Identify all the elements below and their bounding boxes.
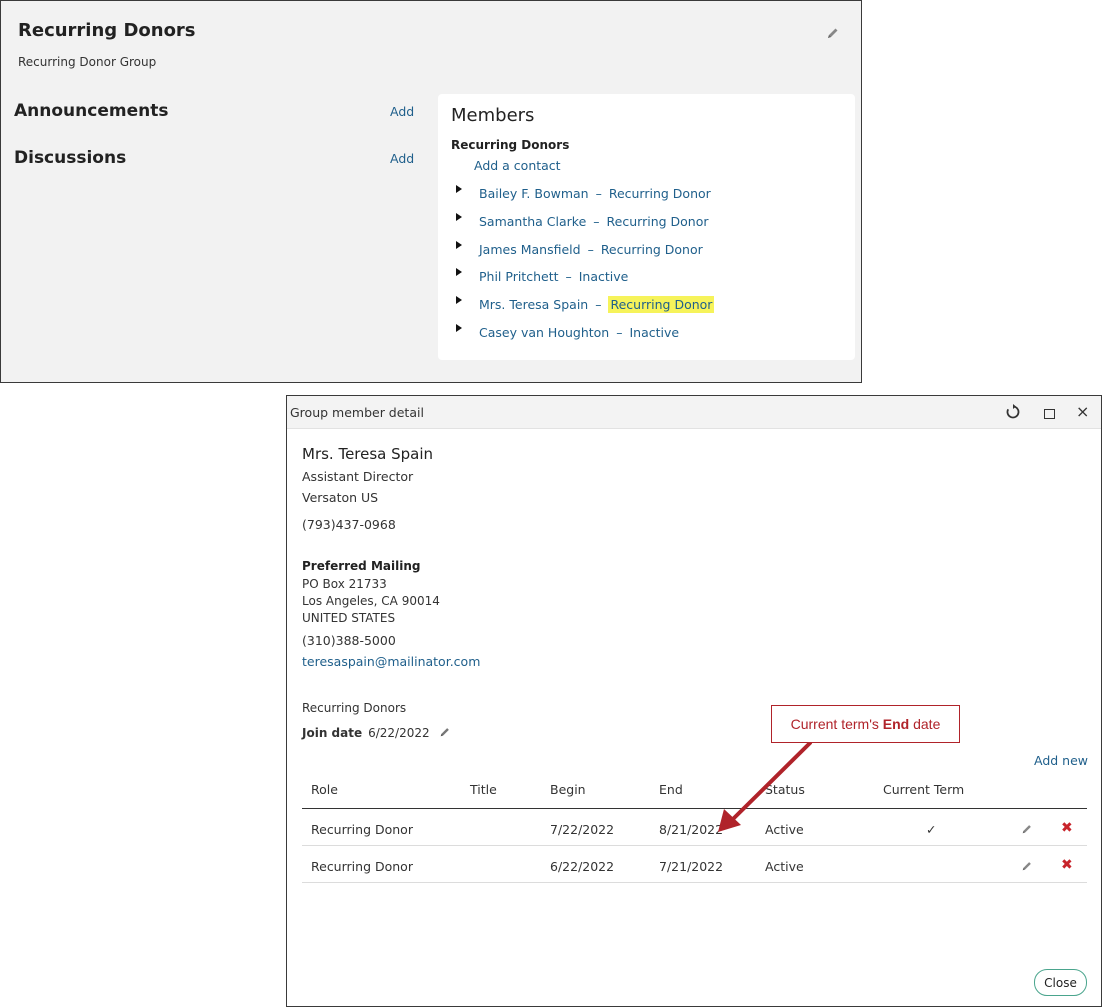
add-new-term-link[interactable]: Add new: [1034, 753, 1088, 768]
member-role: Inactive: [629, 324, 680, 340]
column-header-current-term[interactable]: Current Term: [883, 782, 964, 797]
member-separator: –: [595, 186, 602, 201]
add-contact-link[interactable]: Add a contact: [474, 158, 561, 173]
cell-status: Active: [765, 859, 804, 874]
refresh-icon[interactable]: [1005, 404, 1021, 424]
member-role: Inactive: [578, 269, 629, 285]
member-separator: –: [616, 324, 623, 340]
address-line: PO Box 21733: [302, 577, 387, 591]
contact-email-link[interactable]: teresaspain@mailinator.com: [302, 654, 480, 669]
table-header: Role Title Begin End Status Current Term: [302, 776, 1087, 809]
member-item: Bailey F. Bowman – Recurring Donor: [438, 182, 855, 210]
add-discussion-link[interactable]: Add: [390, 151, 414, 166]
maximize-icon[interactable]: [1044, 409, 1055, 419]
member-separator: –: [565, 269, 572, 285]
column-header-begin[interactable]: Begin: [550, 782, 586, 797]
cell-begin: 7/22/2022: [550, 822, 615, 837]
member-separator: –: [587, 241, 594, 257]
member-item: Phil Pritchett – Inactive: [438, 265, 855, 293]
member-name: Mrs. Teresa Spain: [479, 297, 589, 313]
delete-icon[interactable]: ✖: [1061, 857, 1073, 873]
member-role: Recurring Donor: [600, 241, 703, 257]
expand-triangle-icon[interactable]: [456, 323, 462, 332]
pencil-icon[interactable]: [1021, 823, 1033, 838]
checkmark-icon: ✓: [926, 822, 937, 837]
contact-name: Mrs. Teresa Spain: [302, 445, 434, 463]
mailing-phone: (310)388-5000: [302, 633, 396, 648]
member-name: Bailey F. Bowman: [479, 186, 589, 201]
group-member-detail-dialog: Group member detail × Mrs. Teresa Spain …: [286, 395, 1102, 1007]
contact-job-title: Assistant Director: [302, 469, 414, 484]
column-header-title[interactable]: Title: [470, 782, 497, 797]
address-line: UNITED STATES: [302, 611, 396, 625]
term-table: Role Title Begin End Status Current Term…: [302, 776, 1087, 883]
group-panel: Recurring Donors Recurring Donor Group A…: [0, 0, 862, 383]
callout-arrow: [718, 741, 812, 832]
member-list: Bailey F. Bowman – Recurring Donor Samanth…: [438, 182, 855, 349]
member-link[interactable]: James Mansfield – Recurring Donor: [479, 242, 703, 257]
table-row: Recurring Donor 6/22/2022 7/21/2022 Acti…: [302, 846, 1087, 883]
member-role-highlighted: Recurring Donor: [608, 296, 715, 314]
discussions-heading: Discussions: [14, 148, 127, 168]
member-name: James Mansfield: [479, 241, 581, 257]
table-row: Recurring Donor 7/22/2022 8/21/2022 Acti…: [302, 809, 1087, 846]
callout-box: Current term's End date: [771, 705, 960, 743]
column-header-end[interactable]: End: [659, 782, 683, 797]
expand-triangle-icon[interactable]: [456, 296, 462, 305]
member-name: Casey van Houghton: [479, 324, 610, 340]
expand-triangle-icon[interactable]: [456, 185, 462, 193]
member-link[interactable]: Bailey F. Bowman – Recurring Donor: [479, 186, 711, 201]
member-separator: –: [593, 213, 600, 229]
pencil-icon[interactable]: [826, 25, 840, 39]
column-header-role[interactable]: Role: [311, 782, 338, 797]
member-link[interactable]: Casey van Houghton – Inactive: [479, 325, 679, 340]
address-line: Los Angeles, CA 90014: [302, 594, 440, 608]
member-link[interactable]: Mrs. Teresa Spain – Recurring Donor: [479, 296, 715, 314]
member-item: Samantha Clarke – Recurring Donor: [438, 210, 855, 238]
join-date-row: Join date 6/22/2022: [302, 726, 451, 741]
group-title: Recurring Donors: [18, 20, 196, 41]
dialog-title: Group member detail: [290, 405, 424, 420]
cell-end: 7/21/2022: [659, 859, 724, 874]
member-item: Mrs. Teresa Spain – Recurring Donor: [438, 293, 855, 321]
cell-role: Recurring Donor: [311, 859, 413, 874]
member-separator: –: [595, 297, 602, 313]
expand-triangle-icon[interactable]: [456, 240, 462, 249]
member-name: Samantha Clarke: [479, 213, 587, 229]
delete-icon[interactable]: ✖: [1061, 820, 1073, 836]
close-icon[interactable]: ×: [1076, 402, 1089, 421]
join-date-label: Join date: [302, 726, 363, 740]
members-group-label: Recurring Donors: [451, 138, 570, 152]
expand-triangle-icon[interactable]: [456, 212, 462, 221]
pencil-icon[interactable]: [439, 726, 451, 741]
join-date-value: 6/22/2022: [368, 726, 430, 740]
contact-phone: (793)437-0968: [302, 517, 396, 532]
group-name-label: Recurring Donors: [302, 701, 407, 715]
callout-suffix: date: [909, 716, 941, 732]
cell-role: Recurring Donor: [311, 822, 413, 837]
members-heading: Members: [451, 105, 535, 126]
callout-bold: End: [882, 716, 910, 732]
add-announcement-link[interactable]: Add: [390, 104, 414, 119]
member-item: Casey van Houghton – Inactive: [438, 321, 855, 349]
member-link[interactable]: Phil Pritchett – Inactive: [479, 269, 628, 284]
dialog-titlebar: Group member detail ×: [287, 396, 1101, 429]
mailing-label: Preferred Mailing: [302, 559, 421, 573]
group-subtitle: Recurring Donor Group: [18, 55, 157, 69]
cell-begin: 6/22/2022: [550, 859, 615, 874]
member-item: James Mansfield – Recurring Donor: [438, 238, 855, 266]
expand-triangle-icon[interactable]: [456, 268, 462, 277]
member-name: Phil Pritchett: [479, 269, 559, 285]
close-button[interactable]: Close: [1034, 969, 1087, 996]
callout-prefix: Current term's: [790, 716, 883, 732]
member-role: Recurring Donor: [608, 186, 711, 201]
member-link[interactable]: Samantha Clarke – Recurring Donor: [479, 214, 709, 229]
announcements-heading: Announcements: [14, 101, 169, 121]
pencil-icon[interactable]: [1021, 860, 1033, 875]
member-role: Recurring Donor: [606, 213, 709, 229]
members-card: Members Recurring Donors Add a contact B…: [438, 94, 855, 360]
contact-company: Versaton US: [302, 490, 379, 505]
